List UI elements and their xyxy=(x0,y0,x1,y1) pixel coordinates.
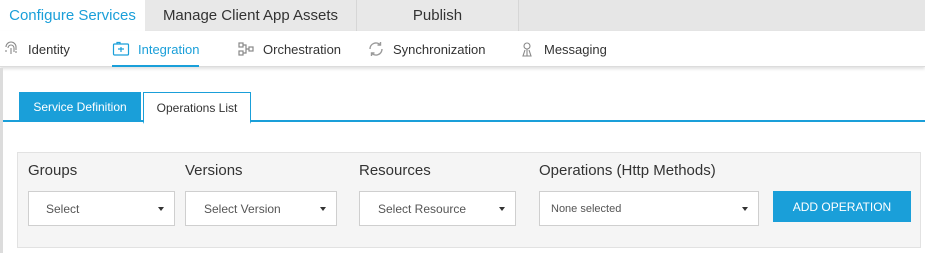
groups-select-value: Select xyxy=(46,201,80,216)
subnav-label: Identity xyxy=(28,41,70,57)
orchestration-icon xyxy=(237,40,255,58)
resources-label: Resources xyxy=(359,162,431,179)
caret-down-icon xyxy=(320,207,326,211)
versions-label: Versions xyxy=(185,162,243,179)
subnav-item-integration[interactable]: Integration xyxy=(112,31,200,67)
messaging-icon xyxy=(518,40,536,58)
resources-select-value: Select Resource xyxy=(378,201,467,216)
subnav-label: Orchestration xyxy=(263,41,342,57)
tab-configure-services[interactable]: Configure Services xyxy=(0,0,145,31)
operations-select-value: None selected xyxy=(551,202,622,215)
subnav-label: Synchronization xyxy=(393,41,486,57)
tab-operations-list[interactable]: Operations List xyxy=(143,92,251,124)
operations-label: Operations (Http Methods) xyxy=(539,162,716,179)
sub-navigation: Identity Integration Orchestration Synch… xyxy=(0,31,925,67)
subnav-item-identity[interactable]: Identity xyxy=(2,31,70,67)
groups-label: Groups xyxy=(28,162,78,179)
groups-select[interactable]: Select xyxy=(28,191,175,226)
subnav-label: Messaging xyxy=(544,41,607,57)
caret-down-icon xyxy=(742,207,748,211)
sync-icon xyxy=(367,40,385,58)
subnav-item-messaging[interactable]: Messaging xyxy=(518,31,607,67)
tab-service-definition[interactable]: Service Definition xyxy=(19,92,141,122)
operations-multiselect[interactable]: None selected xyxy=(539,191,759,226)
subnav-item-synchronization[interactable]: Synchronization xyxy=(367,31,486,67)
caret-down-icon xyxy=(499,207,505,211)
add-operation-button[interactable]: ADD OPERATION xyxy=(773,191,911,222)
tab-publish[interactable]: Publish xyxy=(357,0,519,31)
fingerprint-icon xyxy=(2,40,20,58)
operation-filter-panel: Groups Versions Resources Operations (Ht… xyxy=(17,152,921,248)
subnav-label: Integration xyxy=(138,41,200,57)
resources-select[interactable]: Select Resource xyxy=(359,191,516,226)
tab-bar-filler xyxy=(519,0,925,31)
versions-select-value: Select Version xyxy=(204,201,281,216)
versions-select[interactable]: Select Version xyxy=(185,191,337,226)
top-tab-bar: Configure Services Manage Client App Ass… xyxy=(0,0,925,31)
subnav-item-orchestration[interactable]: Orchestration xyxy=(237,31,341,67)
caret-down-icon xyxy=(158,207,164,211)
integration-icon xyxy=(112,40,130,58)
inner-tab-bar: Service Definition Operations List xyxy=(3,90,925,124)
tab-manage-client-app-assets[interactable]: Manage Client App Assets xyxy=(145,0,357,31)
